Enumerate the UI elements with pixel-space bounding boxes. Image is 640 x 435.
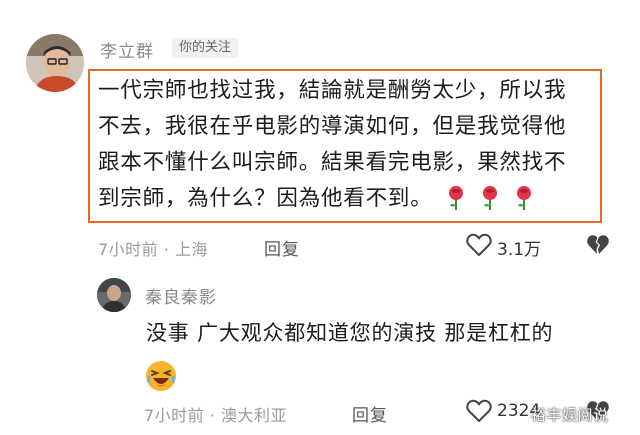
comment-meta: 7小时前 · 上海: [98, 240, 208, 259]
avatar[interactable]: [97, 278, 131, 312]
comment-meta: 7小时前 · 澳大利亚: [144, 406, 287, 425]
heart-icon[interactable]: [466, 233, 492, 257]
rose-icon: [445, 185, 467, 211]
broken-heart-icon[interactable]: [586, 233, 610, 257]
watermark: 裕丰娱阅说: [531, 406, 609, 424]
avatar[interactable]: [26, 34, 84, 92]
laughing-crying-emoji-icon: [145, 360, 177, 392]
following-badge: 你的关注: [172, 38, 239, 58]
rose-icon: [513, 185, 535, 211]
username[interactable]: 李立群: [100, 37, 154, 62]
username[interactable]: 秦良秦影: [145, 283, 217, 308]
reply-button[interactable]: 回复: [352, 401, 388, 426]
like-count: 3.1万: [497, 240, 542, 260]
comment-text: 一代宗師也找过我，結論就是酬勞太少，所以我 不去，我很在乎电影的導演如何，但是我…: [98, 73, 603, 217]
rose-icon: [479, 185, 501, 211]
heart-icon[interactable]: [466, 399, 492, 423]
comment-text: 没事 广大观众都知道您的演技 那是杠杠的: [146, 321, 554, 345]
reply-button[interactable]: 回复: [264, 235, 300, 260]
